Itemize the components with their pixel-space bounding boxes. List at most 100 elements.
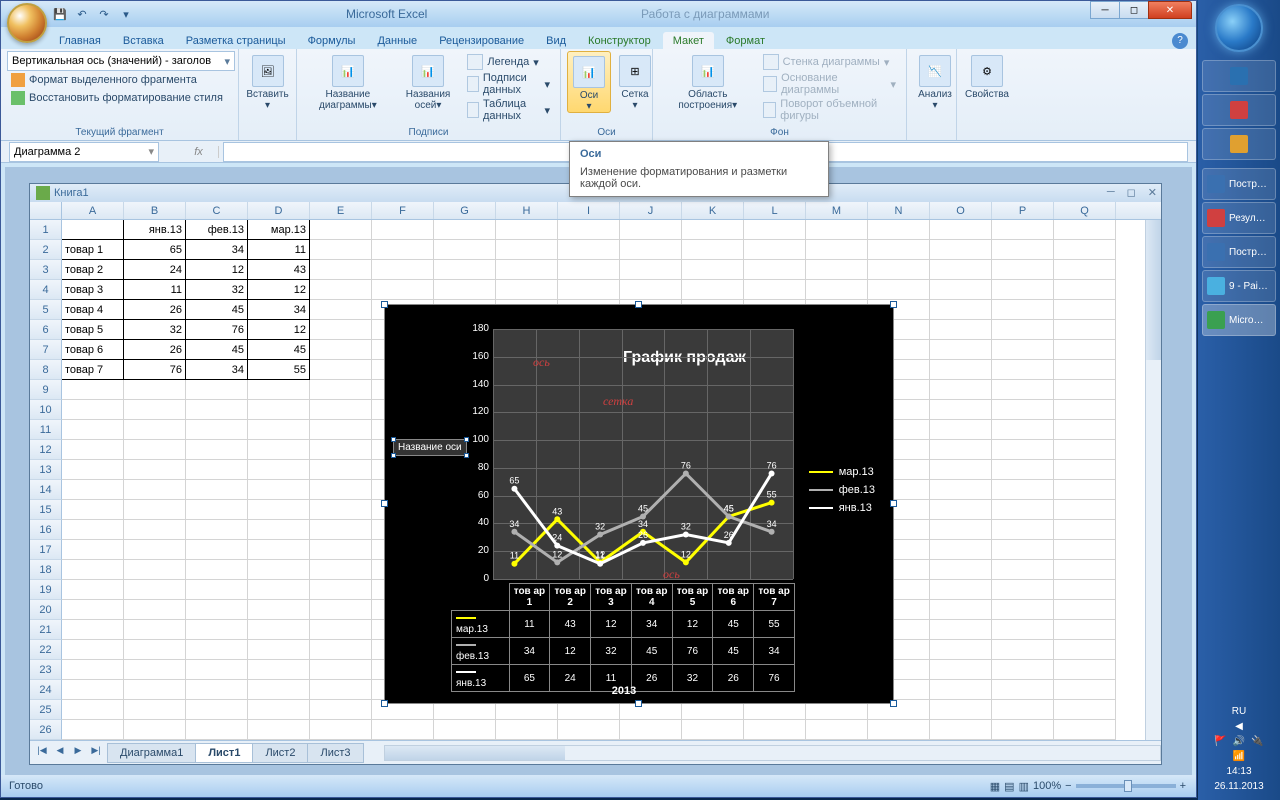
cell[interactable]: 12 (186, 260, 248, 280)
cell[interactable] (124, 540, 186, 560)
cell[interactable]: 12 (248, 280, 310, 300)
cell[interactable] (930, 460, 992, 480)
reset-style-button[interactable]: Восстановить форматирование стиля (7, 89, 235, 107)
select-all-corner[interactable] (30, 202, 62, 219)
column-header[interactable]: O (930, 202, 992, 219)
cell[interactable] (124, 400, 186, 420)
cell[interactable] (310, 260, 372, 280)
cell[interactable] (992, 480, 1054, 500)
cell[interactable] (992, 540, 1054, 560)
chart-legend[interactable]: мар.13фев.13янв.13 (809, 463, 875, 517)
axis-titles-button[interactable]: 📊Названия осей▾ (395, 51, 462, 111)
cell[interactable] (992, 440, 1054, 460)
cell[interactable] (248, 680, 310, 700)
cell[interactable] (62, 680, 124, 700)
cell[interactable] (1054, 440, 1116, 460)
cell[interactable] (682, 280, 744, 300)
cell[interactable] (434, 220, 496, 240)
cell[interactable]: товар 6 (62, 340, 124, 360)
cell[interactable] (62, 720, 124, 740)
wb-restore[interactable]: ◻ (1127, 186, 1136, 199)
cell[interactable] (310, 300, 372, 320)
cell[interactable] (930, 520, 992, 540)
column-header[interactable]: I (558, 202, 620, 219)
row-header[interactable]: 18 (30, 560, 62, 580)
cell[interactable] (372, 280, 434, 300)
cell[interactable]: 24 (124, 260, 186, 280)
cell[interactable] (372, 720, 434, 740)
cell[interactable]: товар 7 (62, 360, 124, 380)
cell[interactable] (248, 720, 310, 740)
cell[interactable] (62, 540, 124, 560)
maximize-button[interactable]: ◻ (1119, 1, 1149, 19)
chart-title-button[interactable]: 📊Название диаграммы▾ (303, 51, 393, 111)
cell[interactable] (992, 360, 1054, 380)
cell[interactable] (620, 720, 682, 740)
cell[interactable] (372, 260, 434, 280)
taskbar-item[interactable]: Резул… (1202, 202, 1276, 234)
cell[interactable] (992, 400, 1054, 420)
cell[interactable] (434, 260, 496, 280)
cell[interactable] (682, 220, 744, 240)
cell[interactable] (310, 340, 372, 360)
sheet-tab[interactable]: Лист2 (252, 743, 308, 763)
cell[interactable] (1054, 700, 1116, 720)
cell[interactable] (62, 520, 124, 540)
cell[interactable] (310, 400, 372, 420)
cell[interactable] (992, 300, 1054, 320)
cell[interactable] (930, 720, 992, 740)
cell[interactable] (310, 620, 372, 640)
cell[interactable] (992, 640, 1054, 660)
cell[interactable] (930, 320, 992, 340)
cell[interactable] (992, 720, 1054, 740)
cell[interactable] (248, 520, 310, 540)
row-header[interactable]: 25 (30, 700, 62, 720)
cell[interactable] (930, 440, 992, 460)
column-header[interactable]: Q (1054, 202, 1116, 219)
volume-icon[interactable]: 🔊 (1233, 736, 1245, 747)
wb-minimize[interactable]: ─ (1107, 186, 1115, 199)
cell[interactable] (496, 220, 558, 240)
cell[interactable] (186, 660, 248, 680)
cell[interactable]: товар 2 (62, 260, 124, 280)
column-header[interactable]: M (806, 202, 868, 219)
cell[interactable] (248, 660, 310, 680)
row-header[interactable]: 8 (30, 360, 62, 380)
row-header[interactable]: 1 (30, 220, 62, 240)
legend-item[interactable]: мар.13 (809, 463, 875, 481)
cell[interactable] (496, 260, 558, 280)
cell[interactable] (1054, 300, 1116, 320)
column-header[interactable]: A (62, 202, 124, 219)
cell[interactable] (930, 560, 992, 580)
cell[interactable]: 26 (124, 300, 186, 320)
cell[interactable] (248, 380, 310, 400)
cell[interactable]: 12 (248, 320, 310, 340)
close-button[interactable]: ✕ (1148, 1, 1192, 19)
cell[interactable] (124, 480, 186, 500)
cell[interactable] (620, 220, 682, 240)
column-header[interactable]: E (310, 202, 372, 219)
cell[interactable] (744, 720, 806, 740)
cell[interactable] (124, 460, 186, 480)
cell[interactable] (992, 320, 1054, 340)
cell[interactable] (434, 240, 496, 260)
cell[interactable] (186, 500, 248, 520)
cell[interactable] (186, 720, 248, 740)
cell[interactable] (310, 460, 372, 480)
cell[interactable] (806, 280, 868, 300)
cell[interactable] (930, 240, 992, 260)
cell[interactable] (372, 220, 434, 240)
zoom-slider[interactable] (1076, 784, 1176, 788)
row-header[interactable]: 7 (30, 340, 62, 360)
cell[interactable] (248, 600, 310, 620)
cell[interactable] (496, 720, 558, 740)
row-header[interactable]: 17 (30, 540, 62, 560)
cell[interactable] (186, 420, 248, 440)
cell[interactable] (992, 680, 1054, 700)
cell[interactable] (248, 620, 310, 640)
zoom-control[interactable]: ▦ ▤ ▥ 100% − + (990, 780, 1186, 793)
quick-launch-item[interactable] (1202, 94, 1276, 126)
legend-item[interactable]: фев.13 (809, 481, 875, 499)
cell[interactable] (62, 480, 124, 500)
cell[interactable] (992, 620, 1054, 640)
